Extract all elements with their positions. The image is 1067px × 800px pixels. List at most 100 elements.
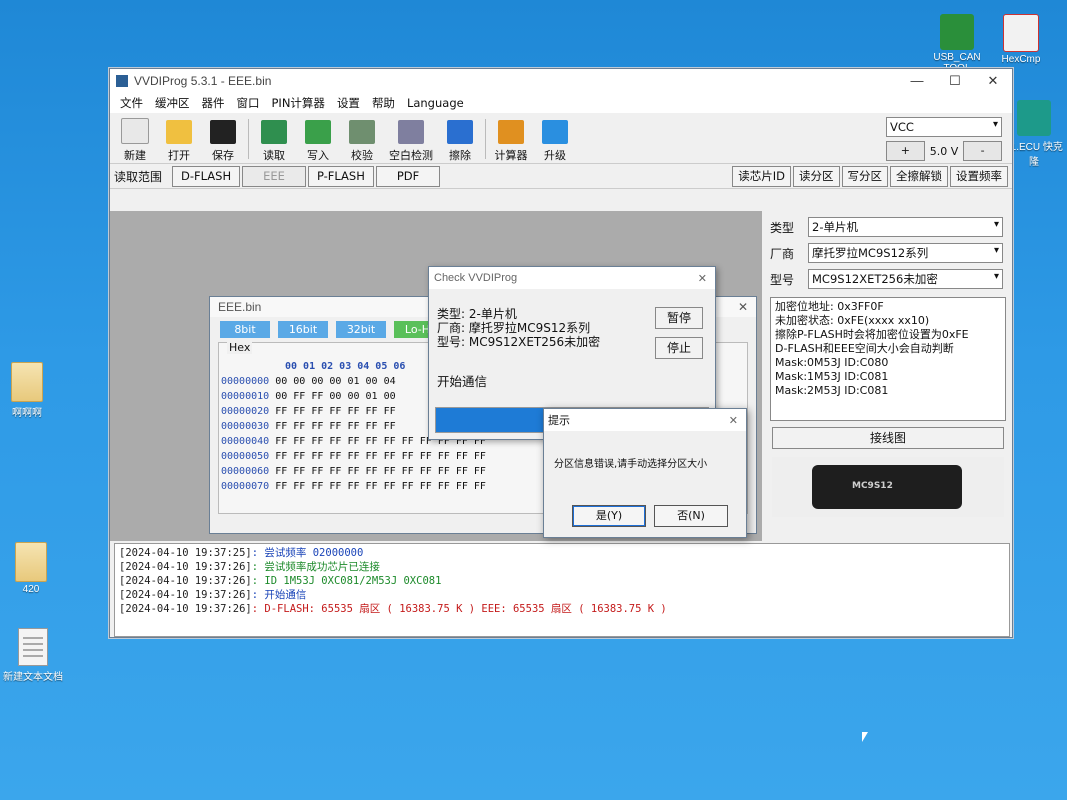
chip-notes-box[interactable]: 加密位地址: 0x3FF0F 未加密状态: 0xFE(xxxx xx10) 擦除… — [770, 297, 1006, 421]
hex-row: 00000070 FF FF FF FF FF FF FF FF FF FF F… — [221, 481, 486, 492]
tab-d-flash[interactable]: D-FLASH — [172, 165, 241, 187]
desktop-icon-label: 啊啊啊 — [12, 408, 42, 419]
log-row: [2024-04-10 19:37:26]: 开始通信 — [119, 589, 307, 601]
read-button[interactable]: 读取 — [255, 120, 293, 163]
close-icon[interactable]: ✕ — [698, 272, 707, 285]
save-label: 保存 — [212, 149, 234, 162]
desktop-icon-usb-can-tool[interactable]: USB_CAN TOOL — [922, 14, 992, 74]
menu-device[interactable]: 器件 — [202, 95, 225, 111]
info-line: Mask:0M53J ID:C080 — [775, 356, 889, 369]
info-line: 加密位地址: 0x3FF0F — [775, 300, 884, 313]
erase-button[interactable]: 擦除 — [441, 120, 479, 163]
eee-title: EEE.bin — [218, 300, 262, 314]
calculator-label: 计算器 — [494, 149, 528, 162]
tab-eee[interactable]: EEE — [242, 165, 306, 187]
folder-icon — [15, 542, 47, 582]
calculator-icon — [498, 120, 524, 144]
check-maker-line: 厂商: 摩托罗拉MC9S12系列 — [437, 321, 591, 335]
verify-button[interactable]: 校验 — [343, 120, 381, 163]
menu-buffer[interactable]: 缓冲区 — [155, 95, 190, 111]
calculator-button[interactable]: 计算器 — [492, 120, 530, 163]
log-row: [2024-04-10 19:37:25]: 尝试频率 02000000 — [119, 547, 364, 559]
check-status-text: 开始通信 — [437, 374, 488, 389]
voltage-value: 5.0 V — [929, 144, 959, 158]
desktop-icon-hexcmp[interactable]: HexCmp — [986, 14, 1056, 65]
info-line: 未加密状态: 0xFE(xxxx xx10) — [775, 314, 930, 327]
folder-open-icon — [166, 120, 192, 144]
model-select[interactable]: MC9S12XET256未加密 — [808, 269, 1003, 289]
menu-help[interactable]: 帮助 — [372, 95, 395, 111]
mode-8bit-button[interactable]: 8bit — [220, 321, 270, 338]
desktop-icon-label: 31.ECU 快克隆 — [1005, 142, 1063, 168]
read-chip-icon — [261, 120, 287, 144]
model-label: 型号 — [770, 272, 795, 287]
voltage-plus-button[interactable]: + — [886, 141, 925, 161]
mode-32bit-button[interactable]: 32bit — [336, 321, 386, 338]
desktop-icon-folder-aaa[interactable]: 啊啊啊 — [0, 362, 62, 419]
no-button[interactable]: 否(N) — [654, 505, 728, 527]
read-chip-id-button[interactable]: 读芯片ID — [732, 165, 791, 187]
log-panel[interactable]: [2024-04-10 19:37:25]: 尝试频率 02000000 [20… — [114, 543, 1010, 637]
desktop-icon-label: 420 — [22, 584, 40, 595]
wiring-diagram-button[interactable]: 接线图 — [772, 427, 1004, 449]
full-erase-unlock-button[interactable]: 全擦解锁 — [890, 165, 948, 187]
prompt-titlebar[interactable]: 提示 ✕ — [544, 409, 746, 431]
open-button[interactable]: 打开 — [160, 120, 198, 163]
prompt-message: 分区信息错误,请手动选择分区大小 — [554, 459, 708, 470]
menu-bar: 文件 缓冲区 器件 窗口 PIN计算器 设置 帮助 Language — [110, 93, 1012, 113]
menu-window[interactable]: 窗口 — [237, 95, 260, 111]
blank-check-button[interactable]: 空白检测 — [387, 120, 435, 163]
set-frequency-button[interactable]: 设置频率 — [950, 165, 1008, 187]
close-button[interactable]: ✕ — [974, 73, 1012, 89]
pause-button[interactable]: 暂停 — [655, 307, 703, 329]
read-label: 读取 — [263, 149, 285, 162]
toolbar: 新建 打开 保存 读取 写入 校验 空白检测 擦除 计算器 升级 VCC + 5… — [110, 113, 1012, 164]
tab-p-flash[interactable]: P-FLASH — [307, 165, 374, 187]
tab-pdf[interactable]: PDF — [375, 165, 441, 187]
vcc-controls: VCC + 5.0 V - — [886, 117, 1002, 161]
check-model-line: 型号: MC9S12XET256未加密 — [437, 335, 601, 349]
write-button[interactable]: 写入 — [299, 120, 337, 163]
maker-select[interactable]: 摩托罗拉MC9S12系列 — [808, 243, 1003, 263]
desktop-icon-label: 新建文本文档 — [3, 672, 63, 683]
read-partition-button[interactable]: 读分区 — [793, 165, 840, 187]
vcc-select[interactable]: VCC — [886, 117, 1002, 137]
erase-label: 擦除 — [449, 149, 471, 162]
menu-file[interactable]: 文件 — [120, 95, 143, 111]
upgrade-arrow-icon — [542, 120, 568, 144]
log-row: [2024-04-10 19:37:26]: ID 1M53J 0XC081/2… — [119, 575, 442, 587]
window-titlebar[interactable]: VVDIProg 5.3.1 - EEE.bin — ☐ ✕ — [110, 69, 1012, 93]
upgrade-button[interactable]: 升级 — [536, 120, 574, 163]
close-icon[interactable]: ✕ — [729, 414, 738, 427]
menu-settings[interactable]: 设置 — [337, 95, 360, 111]
maximize-button[interactable]: ☐ — [936, 73, 974, 89]
stop-button[interactable]: 停止 — [655, 337, 703, 359]
read-range-bar: 读取范围 D-FLASH EEE P-FLASH PDF 读芯片ID 读分区 写… — [110, 164, 1012, 189]
desktop-icon-folder-420[interactable]: 420 — [0, 542, 66, 595]
verify-label: 校验 — [351, 149, 373, 162]
close-icon[interactable]: ✕ — [738, 300, 748, 314]
type-select[interactable]: 2-单片机 — [808, 217, 1003, 237]
window-title: VVDIProg 5.3.1 - EEE.bin — [134, 74, 272, 88]
blank-check-icon — [398, 120, 424, 144]
write-partition-button[interactable]: 写分区 — [841, 165, 888, 187]
new-file-icon — [121, 118, 149, 144]
info-line: Mask:1M53J ID:C081 — [775, 370, 889, 383]
menu-language[interactable]: Language — [407, 96, 464, 110]
log-row: [2024-04-10 19:37:26]: 尝试频率成功芯片已连接 — [119, 561, 380, 573]
minimize-button[interactable]: — — [898, 73, 936, 89]
voltage-minus-button[interactable]: - — [963, 141, 1002, 161]
mode-16bit-button[interactable]: 16bit — [278, 321, 328, 338]
desktop-icon-new-text-doc[interactable]: 新建文本文档 — [0, 628, 68, 683]
check-dialog-titlebar[interactable]: Check VVDIProg ✕ — [429, 267, 715, 289]
ecu-clone-icon — [1017, 100, 1051, 136]
new-button[interactable]: 新建 — [116, 118, 154, 163]
usb-can-icon — [940, 14, 974, 50]
save-button[interactable]: 保存 — [204, 120, 242, 163]
cable-label: MC9S12 — [852, 481, 893, 491]
menu-pin-calculator[interactable]: PIN计算器 — [272, 95, 325, 111]
yes-button[interactable]: 是(Y) — [572, 505, 646, 527]
info-line: 擦除P-FLASH时会将加密位设置为0xFE — [775, 328, 969, 341]
chip-info-panel: 类型 2-单片机 厂商 摩托罗拉MC9S12系列 型号 MC9S12XET256… — [766, 211, 1010, 541]
desktop-icon-ecu-clone[interactable]: 31.ECU 快克隆 — [1004, 100, 1064, 168]
